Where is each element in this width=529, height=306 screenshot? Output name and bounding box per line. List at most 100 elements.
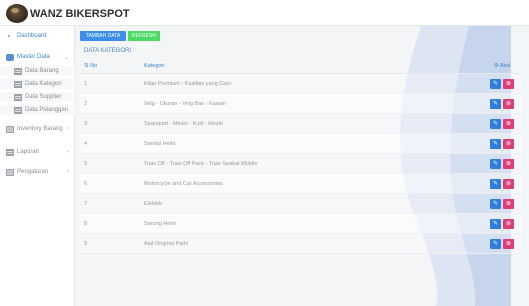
cell-kategori: Sandal Helm [144, 140, 176, 147]
table-row: 4 Sandal Helm ✎ ⊗ [80, 134, 522, 154]
document-icon [6, 168, 14, 176]
delete-button[interactable]: ⊗ [503, 158, 514, 169]
table-icon [14, 106, 22, 114]
delete-button[interactable]: ⊗ [503, 218, 514, 229]
chevron-down-icon: ⌄ [63, 54, 69, 61]
delete-button[interactable]: ⊗ [503, 78, 514, 89]
brand-title: WANZ BIKERSPOT [30, 7, 130, 20]
sidebar-item-label: Data Supplier [25, 94, 62, 100]
cell-aksi: ✎ ⊗ [482, 118, 522, 129]
edit-button[interactable]: ✎ [490, 218, 501, 229]
table-row: 8 Sarung Helm ✎ ⊗ [80, 214, 522, 234]
cell-aksi: ✎ ⊗ [482, 158, 522, 169]
sidebar-item-laporan[interactable]: Laporan › [0, 146, 75, 158]
cell-no: 5 [84, 160, 88, 167]
document-icon [6, 125, 14, 133]
sort-icon: ⇅ [84, 63, 89, 69]
delete-icon: ⊗ [505, 80, 512, 87]
delete-button[interactable]: ⊗ [503, 98, 514, 109]
cell-no: 3 [84, 120, 88, 127]
cell-aksi: ✎ ⊗ [482, 178, 522, 189]
edit-icon: ✎ [492, 80, 499, 87]
table-icon [14, 80, 22, 88]
cell-aksi: ✎ ⊗ [482, 238, 522, 249]
sidebar-item-inventory[interactable]: Inventory Barang › [0, 123, 75, 135]
sidebar-item-pengaturan[interactable]: Pengaturan › [0, 166, 75, 178]
cell-no: 9 [84, 240, 88, 247]
chevron-icon: › [67, 126, 69, 132]
delete-button[interactable]: ⊗ [503, 238, 514, 249]
delete-icon: ⊗ [505, 240, 512, 247]
sidebar: ◔ Dashboard Master Data ⌄ Data Barang Da… [0, 26, 75, 306]
cell-aksi: ✎ ⊗ [482, 198, 522, 209]
cell-aksi: ✎ ⊗ [482, 218, 522, 229]
sidebar-item-label: Data Barang [25, 68, 59, 74]
category-table: ⇅ No Kategori ⚙ Aksi 1 Kilap Premium - Ku… [80, 59, 522, 254]
sidebar-item-label: Laporan [17, 149, 40, 155]
edit-icon: ✎ [492, 180, 499, 187]
chevron-icon: › [67, 169, 69, 175]
delete-button[interactable]: ⊗ [503, 198, 514, 209]
cell-aksi: ✎ ⊗ [482, 98, 522, 109]
dashboard-icon: ◔ [6, 31, 11, 41]
table-row: 6 Motorcycle and Car Accessories ✎ ⊗ [80, 174, 522, 194]
table-header: ⇅ No Kategori ⚙ Aksi [80, 59, 522, 74]
edit-button[interactable]: ✎ [490, 158, 501, 169]
cell-kategori: Tuas Off - Tuas Off Pack - Tuas Spakat M… [144, 160, 258, 167]
sidebar-item-data-barang[interactable]: Data Barang [0, 66, 75, 76]
sidebar-item-label: Master Data [17, 54, 50, 60]
edit-icon: ✎ [492, 220, 499, 227]
edit-button[interactable]: ✎ [490, 138, 501, 149]
table-row: 1 Kilap Premium - Kualitas yang Carn ✎ ⊗ [80, 74, 522, 94]
cell-kategori: Kilap Premium - Kualitas yang Carn [144, 80, 232, 87]
sidebar-item-data-supplier[interactable]: Data Supplier [0, 92, 75, 102]
delete-icon: ⊗ [505, 180, 512, 187]
table-icon [14, 67, 22, 75]
delete-button[interactable]: ⊗ [503, 118, 514, 129]
table-row: 7 Elektrik ✎ ⊗ [80, 194, 522, 214]
cell-kategori: Alat Original Parts [144, 240, 189, 247]
cell-kategori: Sparepart - Mesin - Kulit - Mesin [144, 120, 223, 127]
sidebar-item-data-pelanggan[interactable]: Data Pelanggan [0, 105, 75, 115]
column-header-kategori[interactable]: Kategori [144, 63, 482, 69]
sidebar-item-data-kategori[interactable]: Data Kategori [0, 79, 75, 89]
edit-button[interactable]: ✎ [490, 78, 501, 89]
delete-icon: ⊗ [505, 140, 512, 147]
delete-icon: ⊗ [505, 100, 512, 107]
table-body: 1 Kilap Premium - Kualitas yang Carn ✎ ⊗ 2 Ve… [80, 74, 522, 254]
sidebar-item-label: Data Pelanggan [25, 107, 69, 113]
column-header-no[interactable]: ⇅ No [80, 63, 144, 69]
sidebar-item-master-data[interactable]: Master Data ⌄ [0, 51, 75, 63]
settings-icon: ⚙ [493, 63, 499, 69]
cell-kategori: Motorcycle and Car Accessories [144, 180, 223, 187]
logo [6, 4, 28, 23]
delete-button[interactable]: ⊗ [503, 138, 514, 149]
edit-button[interactable]: ✎ [490, 238, 501, 249]
cell-no: 8 [84, 220, 88, 227]
add-data-button[interactable]: TAMBAH DATA [80, 31, 126, 41]
sidebar-item-label: Inventory Barang [17, 126, 63, 132]
delete-icon: ⊗ [505, 200, 512, 207]
delete-icon: ⊗ [505, 120, 512, 127]
edit-icon: ✎ [492, 160, 499, 167]
cell-kategori: Velg - Ukuran - Velg Ban - Kawan [144, 100, 226, 107]
column-header-aksi: ⚙ Aksi [493, 63, 511, 69]
sidebar-item-label: Dashboard [17, 33, 47, 39]
edit-icon: ✎ [492, 200, 499, 207]
cell-no: 1 [84, 80, 88, 87]
cell-no: 4 [84, 140, 88, 147]
edit-button[interactable]: ✎ [490, 198, 501, 209]
table-row: 9 Alat Original Parts ✎ ⊗ [80, 234, 522, 254]
brand[interactable]: WANZ BIKERSPOT [6, 4, 130, 23]
edit-button[interactable]: ✎ [490, 118, 501, 129]
table-row: 2 Velg - Ukuran - Velg Ban - Kawan ✎ ⊗ [80, 94, 522, 114]
refresh-button[interactable]: REFRESH [128, 31, 160, 41]
cell-no: 2 [84, 100, 88, 107]
edit-button[interactable]: ✎ [490, 178, 501, 189]
sidebar-item-dashboard[interactable]: ◔ Dashboard [0, 30, 75, 42]
edit-button[interactable]: ✎ [490, 98, 501, 109]
cell-no: 7 [84, 200, 88, 207]
delete-button[interactable]: ⊗ [503, 178, 514, 189]
page-title: DATA KATEGORI [84, 48, 132, 54]
table-icon [14, 93, 22, 101]
